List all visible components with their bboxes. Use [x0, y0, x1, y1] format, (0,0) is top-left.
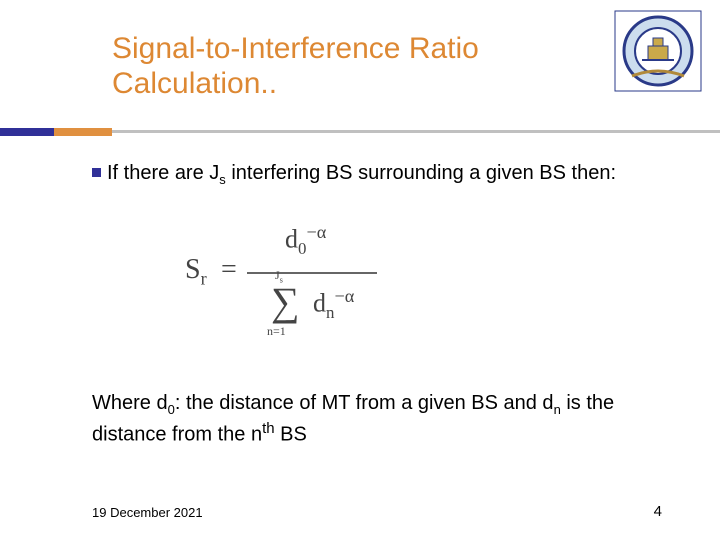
- formula-S: S: [185, 254, 201, 285]
- where-d0: 0: [168, 402, 175, 417]
- footer-date: 19 December 2021: [92, 505, 203, 520]
- where-dn: n: [554, 402, 561, 417]
- title-line-1: Signal-to-Interference Ratio: [112, 32, 479, 65]
- formula: Sr = d0−α Js ∑ n=1 dn−α: [185, 210, 445, 350]
- sigma-icon: ∑: [271, 282, 300, 322]
- slide-title: Signal-to-Interference Ratio Calculation…: [112, 32, 612, 101]
- formula-den-d: d: [313, 289, 326, 318]
- bullet-icon: [92, 168, 101, 177]
- formula-equals: =: [221, 254, 237, 286]
- bullet-text-pre: If there are J: [107, 162, 219, 184]
- formula-den-term: dn−α: [313, 286, 354, 323]
- formula-den-sup: −α: [334, 286, 354, 306]
- formula-sr: Sr: [185, 254, 207, 290]
- formula-numerator: d0−α: [285, 222, 326, 259]
- where-post: BS: [275, 424, 307, 446]
- where-text: Where d0: the distance of MT from a give…: [92, 390, 672, 448]
- formula-denominator: Js ∑ n=1 dn−α: [241, 264, 381, 344]
- slide: Signal-to-Interference Ratio Calculation…: [0, 0, 720, 540]
- where-mid1: : the distance of MT from a given BS and…: [175, 392, 554, 414]
- bullet-text-post: interfering BS surrounding a given BS th…: [226, 162, 616, 184]
- university-logo: [614, 10, 702, 92]
- formula-S-sub: r: [201, 269, 207, 289]
- bullet-item: If there are Js interfering BS surroundi…: [92, 160, 684, 189]
- formula-num-sup: −α: [306, 222, 326, 242]
- formula-num-d: d: [285, 225, 298, 254]
- where-pre: Where d: [92, 392, 168, 414]
- title-line-2: Calculation..: [112, 67, 277, 100]
- where-th: th: [262, 420, 275, 437]
- formula-sum-lower: n=1: [267, 324, 286, 339]
- title-divider: [0, 128, 720, 140]
- footer-page-number: 4: [654, 503, 662, 520]
